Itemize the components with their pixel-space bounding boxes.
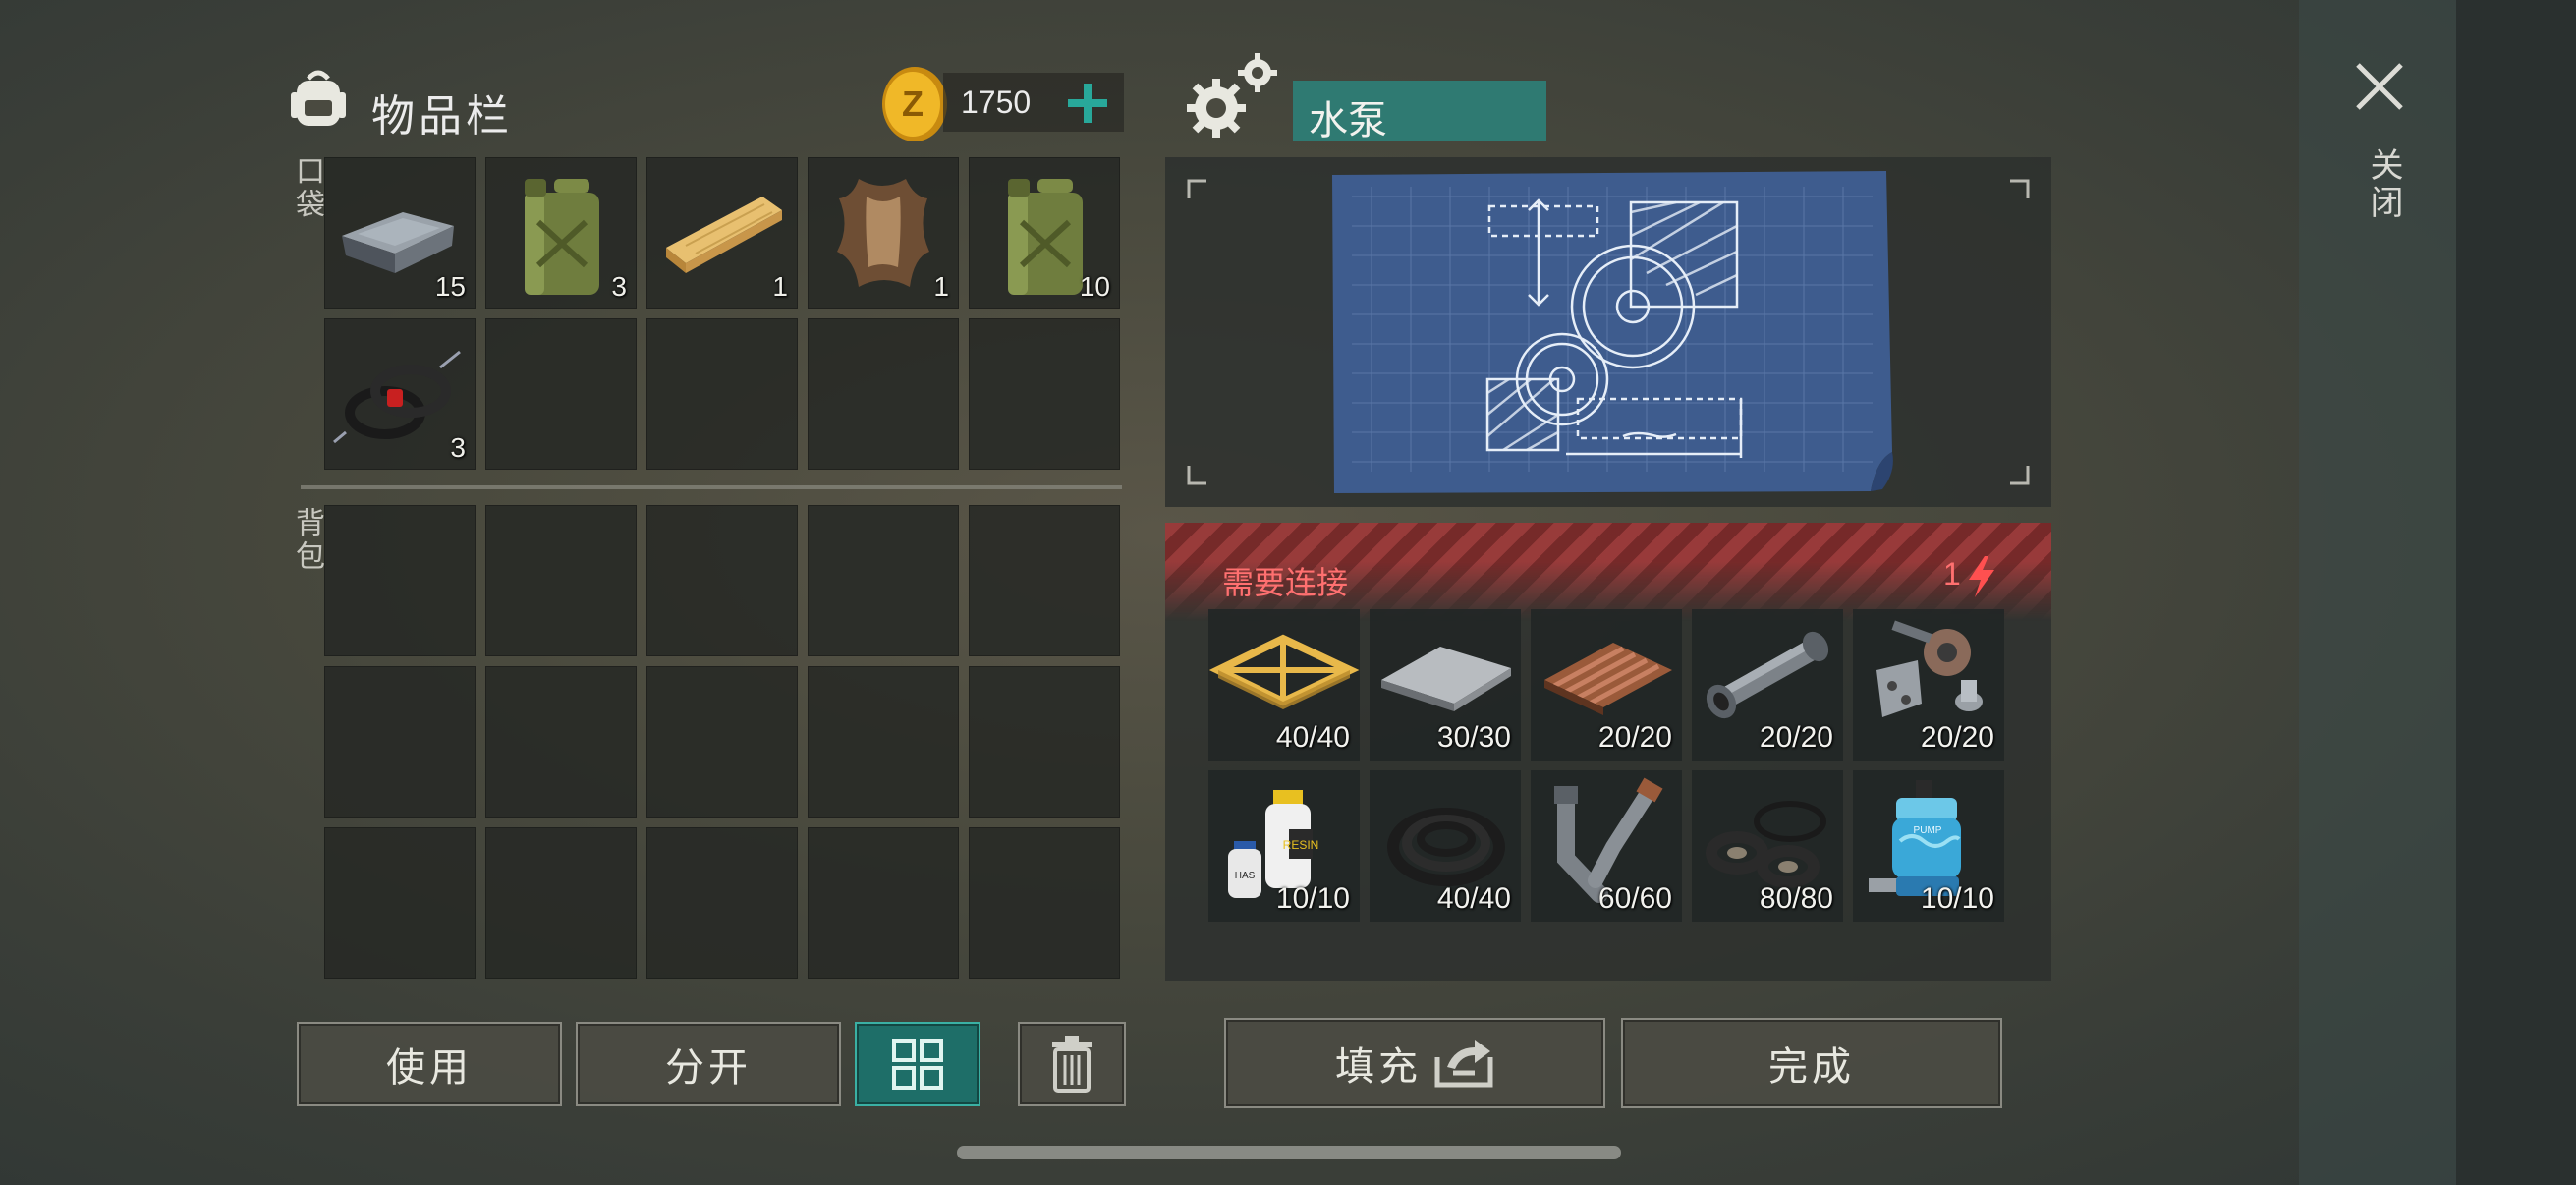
material-mechanical-parts[interactable]: 20/20 [1853,609,2004,761]
backpack-slot[interactable] [969,666,1120,818]
blueprint-icon [1187,171,2030,493]
material-rubber-gaskets[interactable]: 80/80 [1692,770,1843,922]
trash-icon [1052,1036,1092,1093]
lightning-icon [1963,554,1998,599]
inventory-slot-empty[interactable] [485,318,637,470]
item-count: 1 [772,271,788,302]
inventory-title: 物品栏 [371,91,513,141]
material-count: 80/80 [1759,882,1833,915]
inventory-slot-wood-plank[interactable]: 1 [646,157,798,309]
material-pump-motor[interactable]: PUMP 10/10 [1853,770,2004,922]
inventory-slot-rope[interactable]: 3 [324,318,476,470]
inventory-slot-jerrycan[interactable]: 3 [485,157,637,309]
inventory-slot-animal-hide[interactable]: 1 [808,157,959,309]
blueprint-panel [1165,157,2051,507]
coin-count: 1750 [961,85,1032,120]
trash-button[interactable] [1018,1022,1126,1106]
backpack-slot[interactable] [646,666,798,818]
power-requirement: 1 [1943,556,1961,592]
svg-text:RESIN: RESIN [1283,838,1319,852]
svg-text:HAS: HAS [1235,871,1256,881]
coin-icon: Z [880,65,949,143]
done-button[interactable]: 完成 [1621,1018,2002,1108]
material-rubber-hose[interactable]: 40/40 [1370,770,1521,922]
material-count: 30/30 [1436,721,1511,754]
svg-text:PUMP: PUMP [1914,825,1942,836]
item-count: 3 [450,432,466,463]
item-count: 10 [1079,271,1110,302]
material-count: 60/60 [1597,882,1672,915]
screen-edge [2456,0,2576,1185]
item-count: 1 [933,271,949,302]
backpack-slot[interactable] [646,505,798,656]
backpack-slot[interactable] [969,827,1120,979]
item-count: 3 [611,271,627,302]
inventory-slot-iron-ingot[interactable]: 15 [324,157,476,309]
backpack-slot[interactable] [646,827,798,979]
material-count: 40/40 [1436,882,1511,915]
section-divider [301,485,1122,489]
backpack-slot[interactable] [324,827,476,979]
svg-text:Z: Z [902,84,924,124]
backpack-slot[interactable] [808,666,959,818]
home-indicator[interactable] [957,1146,1621,1159]
backpack-label: 背包 [290,507,324,574]
material-count: 10/10 [1920,882,1994,915]
gears-icon [1183,47,1281,145]
material-resin[interactable]: RESIN HAS 10/10 [1208,770,1360,922]
material-count: 40/40 [1275,721,1350,754]
backpack-slot[interactable] [485,827,637,979]
backpack-slot[interactable] [969,505,1120,656]
backpack-slot[interactable] [324,505,476,656]
material-corrugated-sheet[interactable]: 20/20 [1531,609,1682,761]
sort-grid-button[interactable] [855,1022,980,1106]
warning-text: 需要连接 [1222,564,1349,601]
fill-button-label: 填充 [1335,1044,1422,1090]
fill-button[interactable]: 填充 [1224,1018,1605,1108]
use-button[interactable]: 使用 [297,1022,562,1106]
close-label: 关闭 [2364,147,2403,222]
material-metal-sheet[interactable]: 30/30 [1370,609,1521,761]
craft-title: 水泵 [1309,98,1387,143]
material-count: 20/20 [1597,721,1672,754]
inventory-slot-empty[interactable] [969,318,1120,470]
material-count: 20/20 [1759,721,1833,754]
backpack-slot[interactable] [485,505,637,656]
item-count: 15 [434,271,466,302]
inventory-slot-empty[interactable] [646,318,798,470]
add-coins-button[interactable] [1063,79,1112,128]
inventory-slot-jerrycan[interactable]: 10 [969,157,1120,309]
pocket-label: 口袋 [290,155,324,222]
backpack-slot[interactable] [485,666,637,818]
backpack-slot[interactable] [808,505,959,656]
fill-transfer-icon [1434,1040,1493,1088]
material-count: 20/20 [1920,721,1994,754]
split-button[interactable]: 分开 [576,1022,841,1106]
material-pipe-fittings[interactable]: 60/60 [1531,770,1682,922]
inventory-slot-empty[interactable] [808,318,959,470]
material-metal-pipe[interactable]: 20/20 [1692,609,1843,761]
grid-icon [892,1039,943,1090]
material-wooden-frame[interactable]: 40/40 [1208,609,1360,761]
plus-icon [1068,84,1107,123]
backpack-slot[interactable] [324,666,476,818]
material-count: 10/10 [1275,882,1350,915]
close-button[interactable] [2352,59,2407,114]
backpack-slot[interactable] [808,827,959,979]
backpack-icon [283,65,354,136]
close-icon [2356,63,2403,110]
